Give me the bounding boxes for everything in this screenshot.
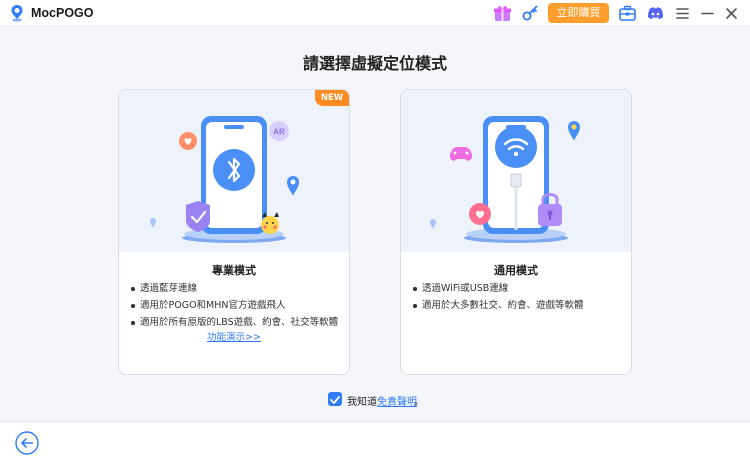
general-mode-title: 通用模式 <box>494 264 538 277</box>
footer-bar <box>0 421 750 460</box>
gamepad-icon <box>450 147 472 161</box>
pro-mode-title: 專業模式 <box>212 264 256 277</box>
minimize-icon[interactable] <box>698 4 717 23</box>
feature-item: 適用於POGO和MHN官方遊戲飛人 <box>131 297 346 314</box>
title-bar: MocPOGO 立即購買 <box>0 0 750 27</box>
buy-now-button[interactable]: 立即購買 <box>548 3 609 23</box>
gift-box-icon[interactable] <box>493 4 512 23</box>
discord-icon[interactable] <box>646 4 665 23</box>
feature-item: 透過WiFi或USB連線 <box>413 280 628 297</box>
agreement-text: 我知道 <box>347 397 377 408</box>
usb-connector-icon <box>510 173 522 188</box>
pro-mode-features: 透過藍芽連線 適用於POGO和MHN官方遊戲飛人 適用於所有原版的LBS遊戲、約… <box>131 280 346 331</box>
feature-demo-link[interactable]: 功能演示>> <box>119 329 349 343</box>
close-icon[interactable] <box>722 4 741 23</box>
pro-mode-illustration: AR <box>119 90 349 252</box>
agreement-suffix: 。 <box>414 397 424 408</box>
general-mode-features: 透過WiFi或USB連線 適用於大多數社交、約會、遊戲等軟體 <box>413 280 628 314</box>
feature-item: 透過藍芽連線 <box>131 280 346 297</box>
page-heading: 請選擇虛擬定位模式 <box>302 54 447 73</box>
ar-icon-label: AR <box>273 128 285 137</box>
feature-item: 適用於大多數社交、約會、遊戲等軟體 <box>413 297 628 314</box>
pro-mode-card[interactable]: AR NEW 專業模式 透過藍芽連線 適用於POGO和MHN官方遊戲飛人 適用於… <box>118 89 350 375</box>
check-icon <box>330 396 340 404</box>
agreement-checkbox[interactable] <box>328 392 342 406</box>
map-pin-icon <box>287 176 299 196</box>
general-mode-card[interactable]: 通用模式 透過WiFi或USB連線 適用於大多數社交、約會、遊戲等軟體 <box>400 89 632 375</box>
app-title: MocPOGO <box>31 6 94 20</box>
small-pin-icon <box>150 218 156 228</box>
app-logo-icon <box>11 5 23 22</box>
menu-icon[interactable] <box>673 4 692 23</box>
back-arrow-icon[interactable] <box>15 431 39 455</box>
new-badge: NEW <box>315 90 349 106</box>
small-pin-icon <box>430 219 436 229</box>
pikachu-icon <box>261 216 279 234</box>
key-icon[interactable] <box>521 4 540 23</box>
disclaimer-link[interactable]: 免責聲明 <box>377 393 417 408</box>
shield-icon <box>186 201 210 232</box>
toolbox-icon[interactable] <box>618 4 637 23</box>
general-mode-illustration <box>401 90 631 252</box>
map-pin-icon <box>568 121 580 141</box>
